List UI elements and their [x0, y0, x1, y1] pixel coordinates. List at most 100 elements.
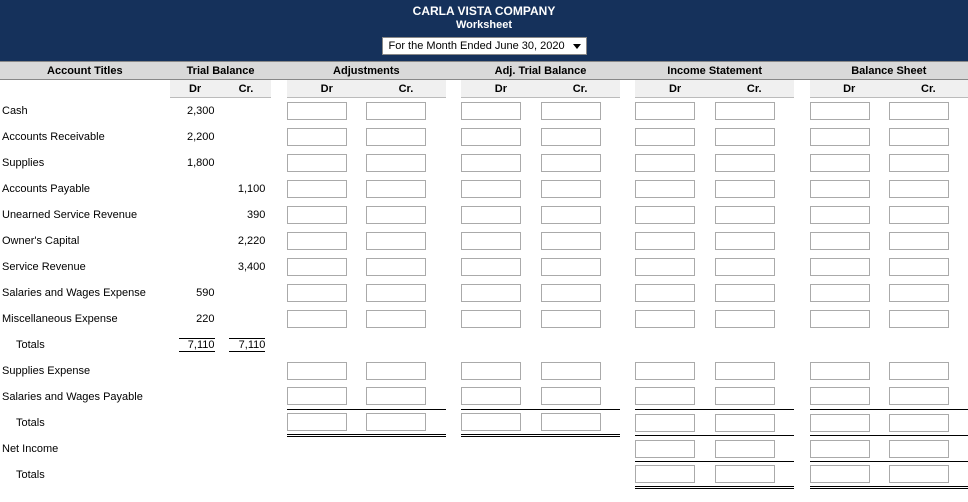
atb-dr[interactable] — [461, 284, 521, 302]
is-cr[interactable] — [715, 206, 775, 224]
bs-total-dr[interactable] — [810, 414, 870, 432]
bs-dr[interactable] — [810, 310, 870, 328]
bs-cr[interactable] — [889, 154, 949, 172]
is-final-dr[interactable] — [635, 465, 695, 483]
atb-dr[interactable] — [461, 258, 521, 276]
is-total-cr[interactable] — [715, 414, 775, 432]
atb-cr[interactable] — [541, 102, 601, 120]
adj-total-dr[interactable] — [287, 413, 347, 431]
bs-ni-cr[interactable] — [889, 440, 949, 458]
is-cr[interactable] — [715, 128, 775, 146]
bs-cr[interactable] — [889, 180, 949, 198]
adj-dr[interactable] — [287, 362, 347, 380]
atb-dr[interactable] — [461, 180, 521, 198]
adj-dr[interactable] — [287, 310, 347, 328]
adj-dr[interactable] — [287, 284, 347, 302]
atb-cr[interactable] — [541, 310, 601, 328]
bs-final-dr[interactable] — [810, 465, 870, 483]
adj-cr[interactable] — [366, 128, 426, 146]
adj-dr[interactable] — [287, 258, 347, 276]
bs-dr[interactable] — [810, 206, 870, 224]
atb-cr[interactable] — [541, 362, 601, 380]
adj-dr[interactable] — [287, 154, 347, 172]
bs-dr[interactable] — [810, 102, 870, 120]
is-ni-dr[interactable] — [635, 440, 695, 458]
bs-cr[interactable] — [889, 102, 949, 120]
bs-final-cr[interactable] — [889, 465, 949, 483]
atb-dr[interactable] — [461, 206, 521, 224]
is-total-dr[interactable] — [635, 414, 695, 432]
is-dr[interactable] — [635, 387, 695, 405]
is-ni-cr[interactable] — [715, 440, 775, 458]
atb-cr[interactable] — [541, 180, 601, 198]
is-dr[interactable] — [635, 180, 695, 198]
is-dr[interactable] — [635, 102, 695, 120]
is-dr[interactable] — [635, 206, 695, 224]
adj-dr[interactable] — [287, 128, 347, 146]
bs-cr[interactable] — [889, 232, 949, 250]
is-cr[interactable] — [715, 180, 775, 198]
adj-cr[interactable] — [366, 206, 426, 224]
bs-dr[interactable] — [810, 154, 870, 172]
is-cr[interactable] — [715, 310, 775, 328]
is-cr[interactable] — [715, 154, 775, 172]
adj-cr[interactable] — [366, 310, 426, 328]
atb-cr[interactable] — [541, 154, 601, 172]
is-cr[interactable] — [715, 102, 775, 120]
atb-dr[interactable] — [461, 362, 521, 380]
adj-dr[interactable] — [287, 232, 347, 250]
adj-dr[interactable] — [287, 387, 347, 405]
adj-cr[interactable] — [366, 362, 426, 380]
is-dr[interactable] — [635, 310, 695, 328]
bs-cr[interactable] — [889, 258, 949, 276]
adj-total-cr[interactable] — [366, 413, 426, 431]
is-cr[interactable] — [715, 362, 775, 380]
adj-cr[interactable] — [366, 102, 426, 120]
adj-cr[interactable] — [366, 232, 426, 250]
adj-dr[interactable] — [287, 206, 347, 224]
is-dr[interactable] — [635, 258, 695, 276]
is-dr[interactable] — [635, 128, 695, 146]
adj-dr[interactable] — [287, 180, 347, 198]
adj-cr[interactable] — [366, 258, 426, 276]
bs-ni-dr[interactable] — [810, 440, 870, 458]
is-cr[interactable] — [715, 258, 775, 276]
bs-dr[interactable] — [810, 284, 870, 302]
atb-dr[interactable] — [461, 387, 521, 405]
is-dr[interactable] — [635, 284, 695, 302]
adj-cr[interactable] — [366, 387, 426, 405]
bs-cr[interactable] — [889, 362, 949, 380]
atb-total-dr[interactable] — [461, 413, 521, 431]
is-final-cr[interactable] — [715, 465, 775, 483]
is-cr[interactable] — [715, 232, 775, 250]
bs-dr[interactable] — [810, 362, 870, 380]
adj-cr[interactable] — [366, 154, 426, 172]
bs-cr[interactable] — [889, 387, 949, 405]
atb-cr[interactable] — [541, 232, 601, 250]
atb-cr[interactable] — [541, 128, 601, 146]
is-dr[interactable] — [635, 232, 695, 250]
bs-dr[interactable] — [810, 128, 870, 146]
bs-cr[interactable] — [889, 128, 949, 146]
adj-dr[interactable] — [287, 102, 347, 120]
bs-cr[interactable] — [889, 206, 949, 224]
adj-cr[interactable] — [366, 180, 426, 198]
bs-cr[interactable] — [889, 284, 949, 302]
bs-dr[interactable] — [810, 180, 870, 198]
bs-cr[interactable] — [889, 310, 949, 328]
period-select[interactable]: For the Month Ended June 30, 2020 — [382, 37, 587, 55]
atb-cr[interactable] — [541, 387, 601, 405]
bs-total-cr[interactable] — [889, 414, 949, 432]
is-dr[interactable] — [635, 154, 695, 172]
atb-dr[interactable] — [461, 102, 521, 120]
bs-dr[interactable] — [810, 232, 870, 250]
atb-cr[interactable] — [541, 284, 601, 302]
atb-cr[interactable] — [541, 258, 601, 276]
atb-total-cr[interactable] — [541, 413, 601, 431]
atb-dr[interactable] — [461, 310, 521, 328]
bs-dr[interactable] — [810, 258, 870, 276]
adj-cr[interactable] — [366, 284, 426, 302]
is-cr[interactable] — [715, 387, 775, 405]
is-dr[interactable] — [635, 362, 695, 380]
atb-dr[interactable] — [461, 154, 521, 172]
